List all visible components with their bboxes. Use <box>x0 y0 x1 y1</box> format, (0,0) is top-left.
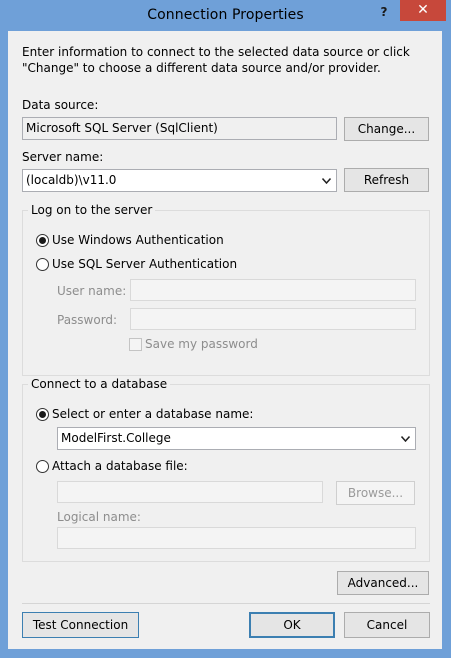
database-group-title: Connect to a database <box>28 377 171 391</box>
advanced-button[interactable]: Advanced... <box>337 571 429 595</box>
server-name-combo[interactable]: (localdb)\v11.0 <box>22 169 337 192</box>
chevron-down-icon[interactable] <box>399 428 411 449</box>
logical-name-label: Logical name: <box>57 510 141 524</box>
data-source-field: Microsoft SQL Server (SqlClient) <box>22 117 337 140</box>
password-field[interactable] <box>130 308 416 330</box>
username-label: User name: <box>57 284 127 298</box>
title-bar: Connection Properties ? ✕ <box>0 0 451 31</box>
dialog-body: Enter information to connect to the sele… <box>8 31 442 649</box>
close-icon[interactable]: ✕ <box>400 0 446 21</box>
attach-database-radio[interactable] <box>36 460 49 473</box>
refresh-button[interactable]: Refresh <box>344 168 429 192</box>
select-database-label[interactable]: Select or enter a database name: <box>52 407 253 421</box>
logon-group-title: Log on to the server <box>28 203 156 217</box>
test-connection-button[interactable]: Test Connection <box>22 612 139 638</box>
server-name-value: (localdb)\v11.0 <box>26 173 117 187</box>
sql-auth-radio[interactable] <box>36 258 49 271</box>
sql-auth-label[interactable]: Use SQL Server Authentication <box>52 257 237 271</box>
select-database-radio[interactable] <box>36 408 49 421</box>
attach-file-field[interactable] <box>57 481 323 503</box>
username-field[interactable] <box>130 279 416 301</box>
chevron-down-icon[interactable] <box>320 170 332 191</box>
data-source-label: Data source: <box>22 98 99 112</box>
windows-auth-radio[interactable] <box>36 234 49 247</box>
ok-button[interactable]: OK <box>249 612 335 638</box>
separator <box>22 603 430 604</box>
cancel-button[interactable]: Cancel <box>344 612 430 638</box>
save-password-checkbox[interactable] <box>129 338 142 351</box>
password-label: Password: <box>57 313 118 327</box>
attach-database-label[interactable]: Attach a database file: <box>52 459 188 473</box>
change-button[interactable]: Change... <box>344 117 429 141</box>
help-icon[interactable]: ? <box>374 3 394 21</box>
intro-text: Enter information to connect to the sele… <box>22 45 410 75</box>
browse-button[interactable]: Browse... <box>336 481 415 505</box>
save-password-label: Save my password <box>145 337 258 351</box>
logical-name-field[interactable] <box>57 527 416 549</box>
server-name-label: Server name: <box>22 150 104 164</box>
database-name-value: ModelFirst.College <box>61 431 171 445</box>
windows-auth-label[interactable]: Use Windows Authentication <box>52 233 224 247</box>
database-name-combo[interactable]: ModelFirst.College <box>57 427 416 450</box>
